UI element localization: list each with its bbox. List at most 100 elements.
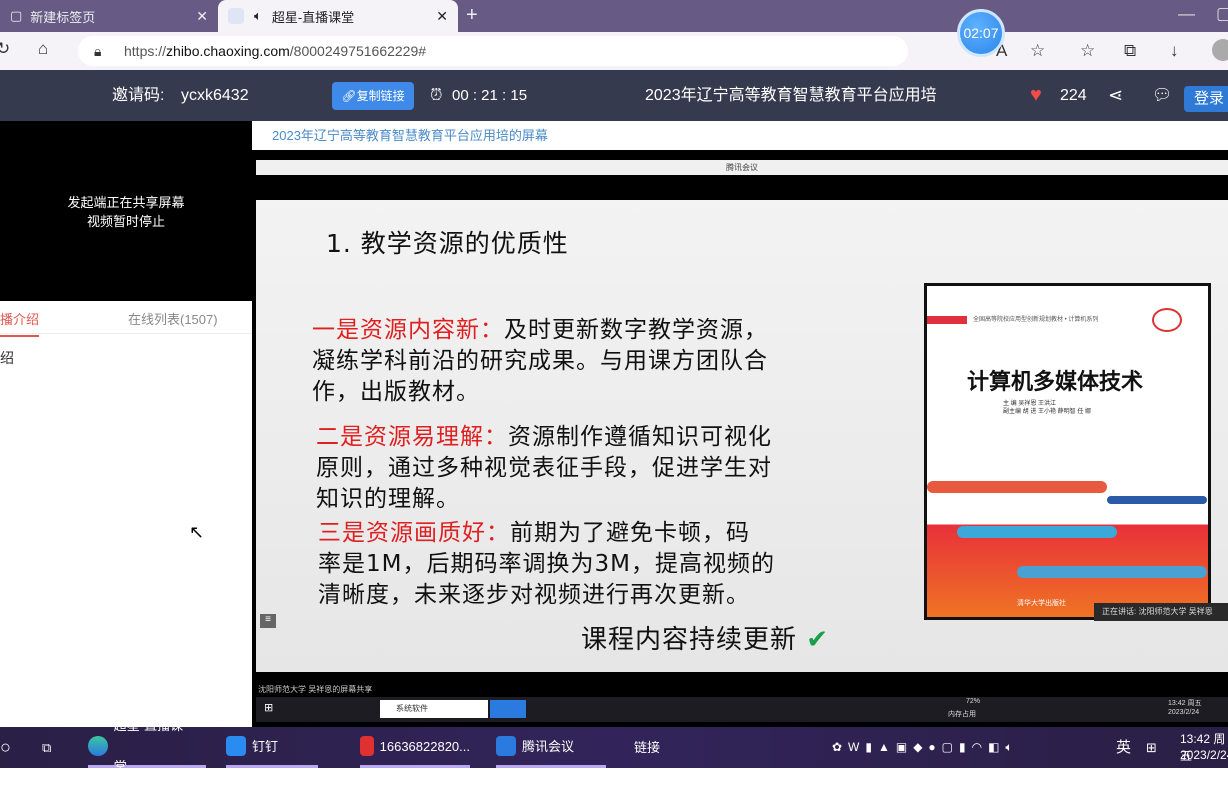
- point-text: 前期为了避免卡顿，码: [510, 520, 750, 546]
- remote-search-button: [490, 700, 526, 718]
- home-icon[interactable]: ⌂: [38, 39, 48, 59]
- download-icon[interactable]: ↓: [1170, 41, 1179, 61]
- mem-label: 内存占用: [948, 711, 976, 718]
- cover-stripe: [927, 316, 967, 324]
- add-favorite-icon[interactable]: ☆: [1030, 36, 1045, 66]
- video-message: 发起端正在共享屏幕: [67, 195, 185, 210]
- slide-paragraph-3: 三是资源画质好：前期为了避免卡顿，码 率是1M，后期码率调换为3M，提高视频的 清晰…: [318, 518, 775, 611]
- slide-heading: 1. 教学资源的优质性: [326, 229, 569, 258]
- point-text: 资源制作遵循知识可视化: [508, 424, 772, 450]
- point-key: 三是资源画质好：: [318, 520, 510, 546]
- point-text: 知识的理解。: [316, 486, 460, 512]
- tab-chaoxing[interactable]: 🔈︎ 超星-直播课堂 ✕: [218, 0, 458, 32]
- taskbar-label: 超星-直播课堂...: [113, 718, 184, 774]
- taskbar-item-tencent-meeting[interactable]: 腾讯会议: [496, 727, 606, 768]
- tray-icons[interactable]: ✿W▮▲▣◆●▢▮◠◧🔈︎: [832, 727, 1019, 768]
- search-circle-icon[interactable]: ○: [0, 727, 11, 768]
- footer-text: 课程内容持续更新: [581, 625, 798, 655]
- url-domain: zhibo.chaoxing.com: [166, 43, 290, 59]
- lock-icon: 🔒︎: [94, 43, 102, 59]
- clock-date[interactable]: 2023/2/24: [1180, 748, 1228, 762]
- collections-icon[interactable]: ⧉: [1124, 41, 1136, 61]
- video-message: 视频暂时停止: [86, 214, 165, 229]
- point-text: 及时更新数字教学资源，: [504, 317, 768, 343]
- invite-label: 邀请码:: [112, 87, 165, 104]
- taskbar-item-edge[interactable]: 超星-直播课堂...: [88, 718, 206, 774]
- tab-intro[interactable]: 播介绍: [0, 309, 40, 337]
- remote-time: 13:42 周五: [1168, 700, 1202, 707]
- tab-page-icon: ▢: [10, 8, 23, 23]
- favorites-icon[interactable]: ☆: [1080, 41, 1095, 61]
- taskbar-label: 腾讯会议: [522, 738, 575, 754]
- task-view-icon[interactable]: ⧉: [42, 727, 51, 768]
- point-key: 一是资源内容新：: [312, 317, 504, 343]
- remote-date: 2023/2/24: [1168, 709, 1200, 716]
- taskbar-item-wps[interactable]: 16636822820...: [360, 727, 470, 768]
- book-series: 全国高等院校应用型创新规划教材 • 计算机系列: [973, 317, 1099, 323]
- point-text: 凝练学科前沿的研究成果。与用课方团队合: [312, 348, 768, 374]
- login-button[interactable]: 登录: [1184, 86, 1228, 112]
- stream-title: 2023年辽宁高等教育智慧教育平台应用培的屏幕: [252, 121, 1228, 150]
- cover-art: [957, 526, 1117, 538]
- refresh-icon[interactable]: ↻: [0, 39, 10, 59]
- left-tabs: 播介绍 在线列表(1507): [0, 301, 252, 337]
- copy-link-label: 复制链接: [356, 89, 405, 103]
- cover-art: [1017, 566, 1207, 578]
- mem-usage: 72%: [966, 698, 981, 705]
- windows-taskbar: ○ ⧉ 超星-直播课堂... 钉钉 16636822820... 腾讯会议 链接…: [0, 718, 1228, 774]
- chat-icon[interactable]: 💬︎: [1152, 70, 1172, 121]
- favicon: [228, 8, 244, 24]
- like-count: 224: [1060, 87, 1087, 104]
- live-header: 邀请码: ycxk6432 ⏰︎ 00 : 21 : 15 2023年辽宁高等教…: [0, 70, 1228, 121]
- ime-indicator[interactable]: 英: [1116, 727, 1131, 768]
- mouse-cursor: ↖: [189, 522, 205, 542]
- tab-new-tab[interactable]: ▢ 新建标签页 ✕: [0, 0, 218, 32]
- book-authors: 副主编 胡 进 王小艳 薛明智 任 娜: [1003, 409, 1092, 415]
- close-tab-icon[interactable]: ✕: [196, 8, 208, 25]
- invite-code: ycxk6432: [181, 87, 249, 104]
- url-path: /8000249751662229#: [289, 43, 427, 59]
- elapsed-time: 00 : 21 : 15: [452, 87, 528, 104]
- url-input[interactable]: 🔒︎ https://zhibo.chaoxing.com/8000249751…: [78, 36, 1045, 66]
- course-title: 2023年辽宁高等教育智慧教育平台应用培: [645, 87, 937, 104]
- minimize-icon[interactable]: —: [1178, 4, 1195, 24]
- taskbar-label: 钉钉: [252, 738, 279, 754]
- point-text: 作，出版教材。: [312, 379, 480, 405]
- share-label: 沈阳师范大学 吴祥恩的屏幕共享: [258, 685, 373, 694]
- cover-art: [927, 481, 1107, 493]
- windows-icon: ⊞: [264, 702, 274, 714]
- taskbar-label: 16636822820...: [379, 738, 470, 754]
- copy-link-button[interactable]: 🔗︎复制链接: [332, 82, 414, 110]
- award-badge: [1152, 308, 1182, 332]
- url-scheme: https://: [124, 43, 167, 59]
- maximize-icon[interactable]: ▢: [1216, 4, 1228, 24]
- alarm-clock-icon: ⏰︎: [430, 87, 443, 104]
- book-publisher: 清华大学出版社: [1017, 600, 1066, 607]
- speaking-indicator: 正在讲话: 沈阳师范大学 吴祥恩: [1094, 603, 1228, 621]
- close-tab-icon[interactable]: ✕: [436, 8, 448, 25]
- keyboard-icon[interactable]: ⊞: [1146, 727, 1157, 768]
- video-placeholder: 发起端正在共享屏幕 视频暂时停止: [0, 121, 252, 301]
- book-title: 计算机多媒体技术: [967, 369, 1144, 395]
- new-tab-icon[interactable]: +: [466, 4, 478, 27]
- tab-label: 新建标签页: [30, 9, 96, 25]
- taskbar-label: 链接: [634, 740, 661, 755]
- point-text: 率是1M，后期码率调换为3M，提高视频的: [318, 551, 775, 577]
- speaker-icon[interactable]: 🔈︎: [254, 8, 262, 24]
- list-icon[interactable]: ≡: [260, 614, 276, 628]
- profile-avatar[interactable]: [1212, 39, 1228, 61]
- taskbar-item-link[interactable]: 链接: [634, 727, 660, 768]
- share-icon[interactable]: ⋖: [1108, 70, 1123, 121]
- slide-paragraph-2: 二是资源易理解：资源制作遵循知识可视化 原则，通过多种视觉表征手段，促进学生对 知识…: [316, 422, 772, 515]
- timer-bubble[interactable]: 02:07: [957, 9, 1005, 57]
- edge-icon: [88, 736, 108, 756]
- point-key: 二是资源易理解：: [316, 424, 508, 450]
- intro-text: 绍: [0, 350, 14, 366]
- taskbar-item-dingtalk[interactable]: 钉钉: [226, 727, 318, 768]
- wps-icon: [360, 736, 374, 756]
- remote-taskbar: ⊞ 系统软件 72% 内存占用 13:42 周五 2023/2/24: [256, 697, 1228, 722]
- tab-online-list[interactable]: 在线列表(1507): [128, 309, 218, 328]
- checkmark-icon: ✔: [806, 625, 830, 655]
- dingtalk-icon: [226, 736, 246, 756]
- heart-icon[interactable]: ♥: [1030, 70, 1042, 121]
